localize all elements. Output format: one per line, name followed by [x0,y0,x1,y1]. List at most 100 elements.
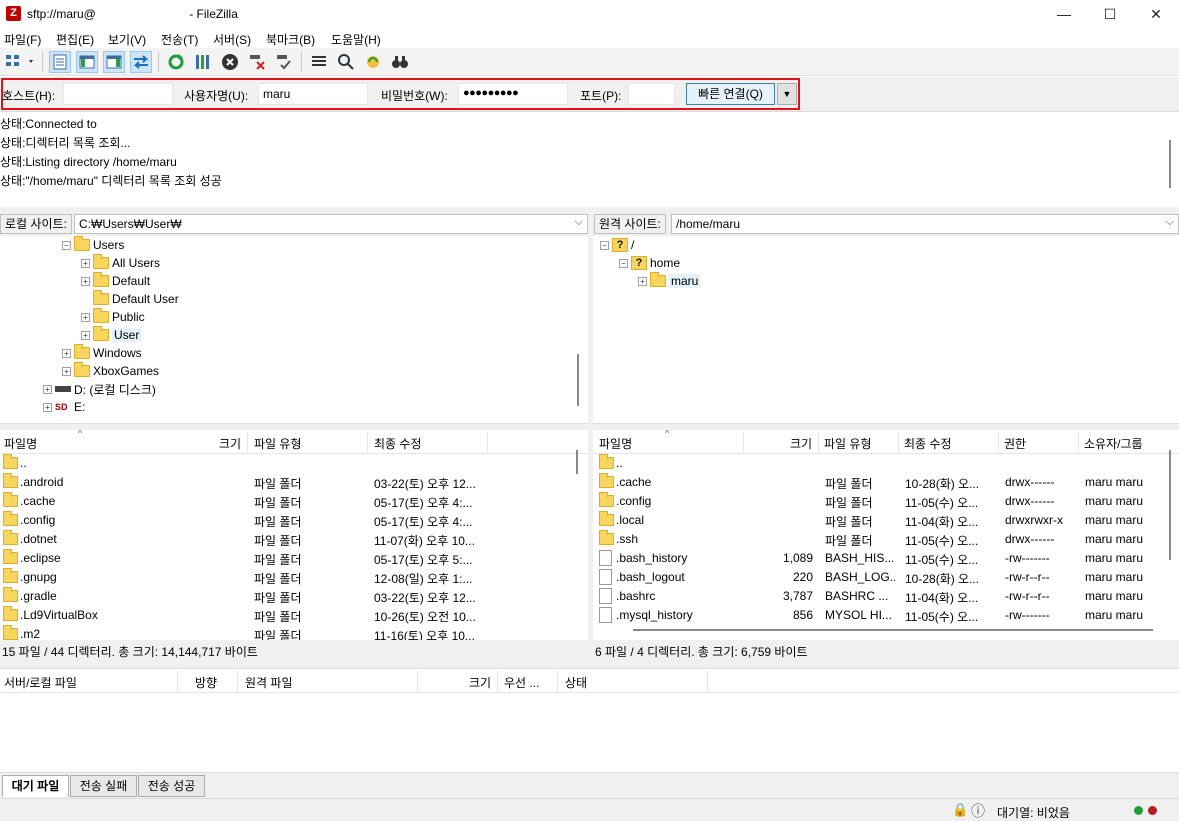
toggle-remote-tree-button[interactable] [103,51,125,73]
column-separator[interactable] [487,432,488,452]
column-permissions[interactable]: 권한 [1004,435,1026,452]
column-separator[interactable] [818,432,819,452]
file-row[interactable]: .mysql_history 856 MYSOL HI... 11-05(수) 오..… [593,606,1179,625]
local-list-scrollbar[interactable] [576,450,578,474]
remote-list-scrollbar[interactable] [1169,450,1171,560]
column-separator[interactable] [177,671,178,691]
column-separator[interactable] [237,671,238,691]
toggle-log-button[interactable] [49,51,71,73]
chevron-down-icon[interactable]: ⌵ [575,216,583,229]
file-row[interactable]: .config 파일 폴더 05-17(토) 오후 4:... [0,511,588,530]
column-filetype[interactable]: 파일 유형 [824,435,872,452]
column-modified[interactable]: 최종 수정 [904,435,952,452]
collapse-icon[interactable]: − [619,258,628,268]
column-owner[interactable]: 소유자/그룹 [1084,435,1143,452]
expand-icon[interactable]: + [62,366,71,376]
queue-column-remote-file[interactable]: 원격 파일 [245,674,293,691]
tree-node-default[interactable]: + Default [81,272,150,290]
menu-transfer[interactable]: 전송(T) [161,31,198,48]
tree-node-drive-e[interactable]: + SD E: [43,398,85,416]
menu-file[interactable]: 파일(F) [4,31,41,48]
expand-icon[interactable]: + [81,330,90,340]
column-modified[interactable]: 최종 수정 [374,435,422,452]
file-row[interactable]: .config 파일 폴더 11-05(수) 오... drwx------ maru … [593,492,1179,511]
quickconnect-button[interactable]: 빠른 연결(Q) [686,83,775,105]
tree-node-all-users[interactable]: + All Users [81,254,160,272]
directory-filter-button[interactable] [308,51,330,73]
collapse-icon[interactable]: − [600,240,609,250]
menu-bookmarks[interactable]: 북마크(B) [266,31,315,48]
tab-failed-transfers[interactable]: 전송 실패 [70,775,137,797]
file-row[interactable]: .. [0,454,588,473]
queue-column-size[interactable]: 크기 [469,674,491,691]
column-separator[interactable] [898,432,899,452]
menu-view[interactable]: 보기(V) [108,31,146,48]
disconnect-button[interactable] [246,51,268,73]
queue-column-priority[interactable]: 우선 ... [504,674,539,691]
column-separator[interactable] [743,432,744,452]
file-row[interactable]: .gradle 파일 폴더 03-22(토) 오후 12... [0,587,588,606]
expand-icon[interactable]: + [81,276,90,286]
file-row[interactable]: .cache 파일 폴더 10-28(화) 오... drwx------ maru m… [593,473,1179,492]
queue-column-direction[interactable]: 방향 [195,674,217,691]
expand-icon[interactable]: + [638,276,647,286]
collapse-icon[interactable]: − [62,240,71,250]
tree-node-default-user[interactable]: Default User [93,290,179,308]
file-row[interactable]: .android 파일 폴더 03-22(토) 오후 12... [0,473,588,492]
tree-node-drive-d[interactable]: + D: (로컬 디스크) [43,380,156,398]
remote-list-hscrollbar[interactable] [633,629,1153,631]
file-row[interactable]: .eclipse 파일 폴더 05-17(토) 오후 5:... [0,549,588,568]
find-files-button[interactable] [389,51,411,73]
minimize-button[interactable]: — [1041,0,1087,28]
tree-node-windows[interactable]: + Windows [62,344,142,362]
file-row[interactable]: .m2 파일 폴더 11-16(토) 오후 10... [0,625,588,640]
menu-edit[interactable]: 편집(E) [56,31,94,48]
menu-help[interactable]: 도움말(H) [331,31,381,48]
maximize-button[interactable]: ☐ [1087,0,1133,28]
remote-site-path-combo[interactable]: /home/maru ⌵ [671,214,1179,234]
info-icon[interactable]: ⓘ [971,801,985,821]
local-tree-scrollbar[interactable] [577,354,579,406]
column-separator[interactable] [707,671,708,691]
tree-node-user[interactable]: + User [81,326,142,344]
quickconnect-history-dropdown[interactable]: ▼ [777,83,797,105]
file-row[interactable]: .. [593,454,1179,473]
column-separator[interactable] [557,671,558,691]
expand-icon[interactable]: + [43,402,52,412]
tab-queued-files[interactable]: 대기 파일 [2,775,69,797]
tree-node-public[interactable]: + Public [81,308,145,326]
password-input[interactable]: ●●●●●●●●● [458,83,568,105]
expand-icon[interactable]: + [81,258,90,268]
expand-icon[interactable]: + [43,384,52,394]
column-separator[interactable] [417,671,418,691]
lock-icon[interactable]: 🔒 [952,802,968,818]
tree-node-root[interactable]: −? / [600,236,634,254]
log-scrollbar[interactable] [1169,140,1171,188]
process-queue-button[interactable] [192,51,214,73]
local-site-path-combo[interactable]: C:₩Users₩User₩ ⌵ [74,214,588,234]
file-row[interactable]: .Ld9VirtualBox 파일 폴더 10-26(토) 오전 10... [0,606,588,625]
tree-node-xboxgames[interactable]: + XboxGames [62,362,159,380]
tree-node-home[interactable]: −? home [619,254,680,272]
tree-node-users[interactable]: − Users [62,236,124,254]
file-row[interactable]: .dotnet 파일 폴더 11-07(화) 오후 10... [0,530,588,549]
host-input[interactable] [63,83,173,105]
file-row[interactable]: .bash_logout 220 BASH_LOG... 10-28(화) 오... -… [593,568,1179,587]
expand-icon[interactable]: + [62,348,71,358]
site-manager-button[interactable] [2,51,38,73]
column-separator[interactable] [998,432,999,452]
toggle-queue-button[interactable] [130,51,152,73]
expand-icon[interactable]: + [81,312,90,322]
column-size[interactable]: 크기 [790,435,812,452]
column-separator[interactable] [497,671,498,691]
sync-browse-button[interactable] [362,51,384,73]
reconnect-button[interactable] [273,51,295,73]
file-row[interactable]: .ssh 파일 폴더 11-05(수) 오... drwx------ maru mar… [593,530,1179,549]
cancel-operation-button[interactable] [219,51,241,73]
menu-server[interactable]: 서버(S) [213,31,251,48]
file-row[interactable]: .bash_history 1,089 BASH_HIS... 11-05(수) 오.… [593,549,1179,568]
queue-column-local-file[interactable]: 서버/로컬 파일 [4,674,77,691]
refresh-button[interactable] [165,51,187,73]
queue-column-status[interactable]: 상태 [565,674,587,691]
column-separator[interactable] [247,432,248,452]
